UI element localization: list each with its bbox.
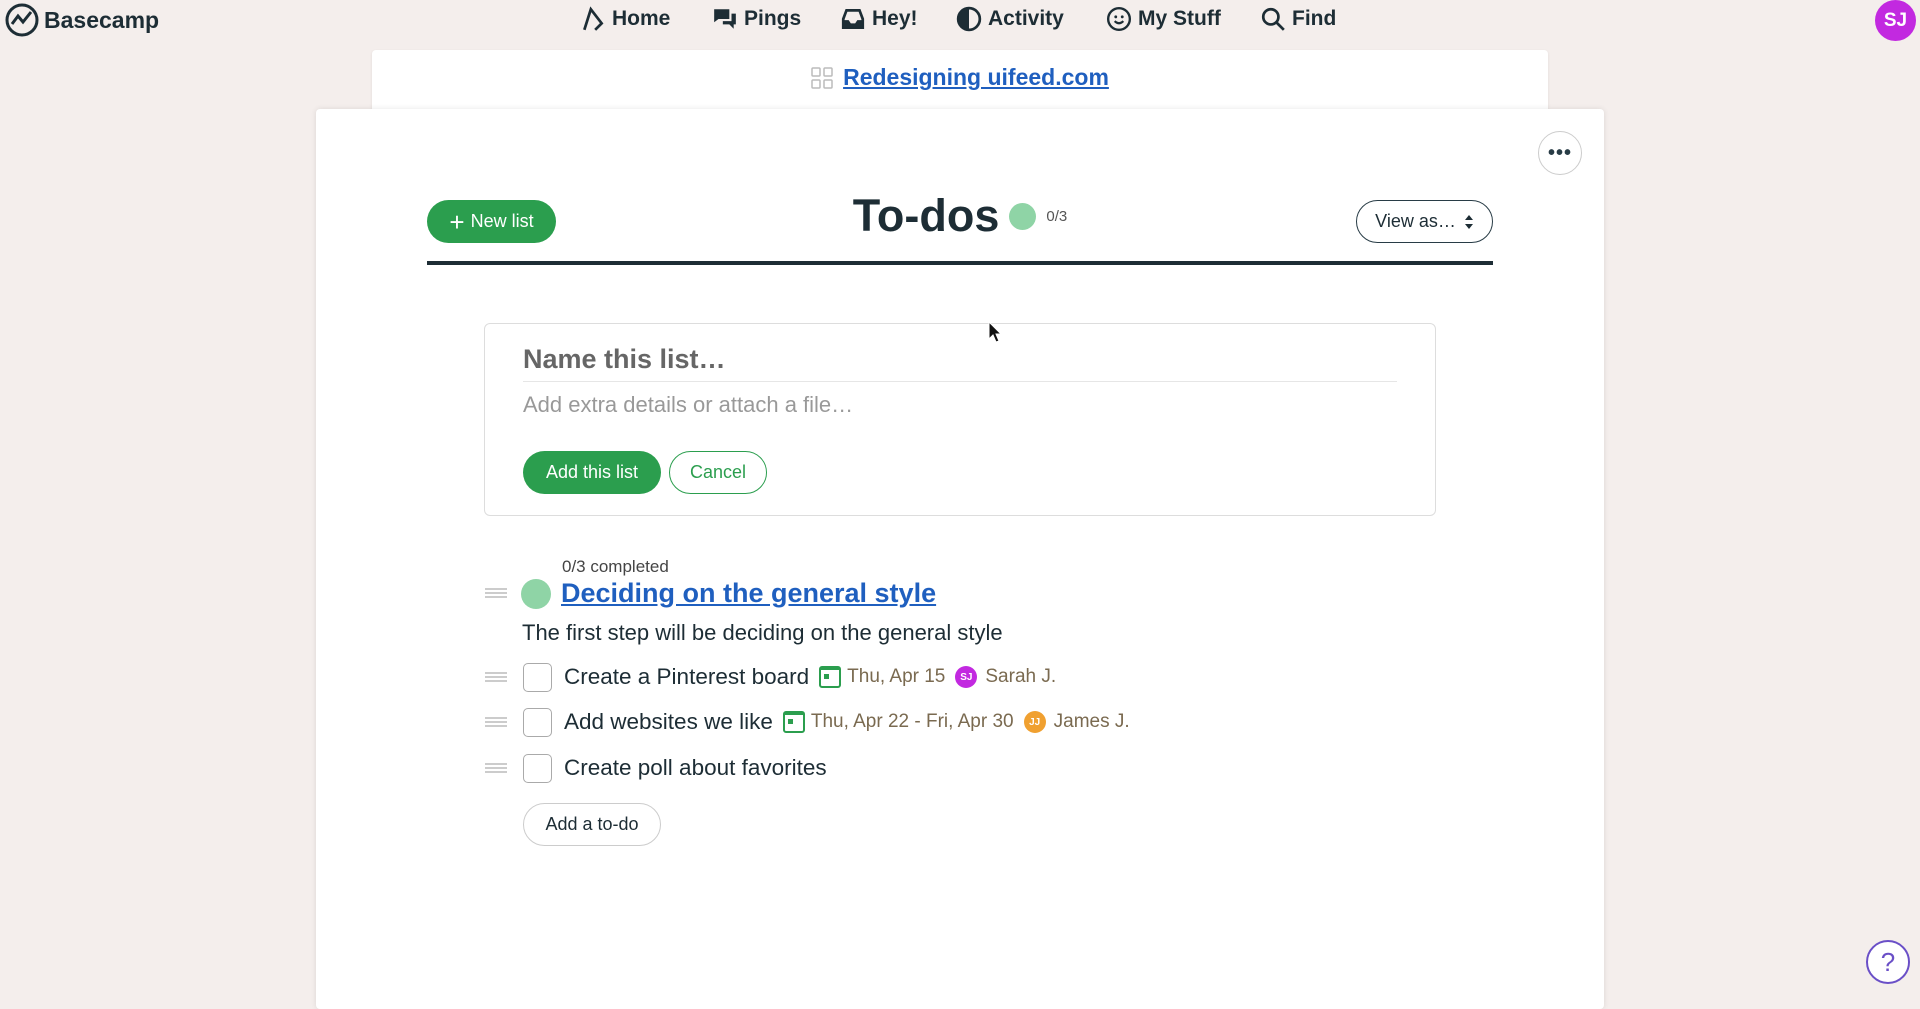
- project-breadcrumb: Redesigning uifeed.com: [372, 64, 1548, 91]
- drag-handle-icon[interactable]: [485, 763, 507, 773]
- view-as-label: View as…: [1375, 211, 1456, 231]
- todo-assignee: Sarah J.: [985, 666, 1057, 687]
- nav-find-label: Find: [1292, 7, 1337, 30]
- user-avatar[interactable]: SJ: [1875, 0, 1916, 41]
- home-icon: [583, 6, 604, 31]
- todo-text[interactable]: Create poll about favorites: [564, 755, 827, 781]
- nav-home[interactable]: Home: [580, 6, 670, 32]
- add-todo-button[interactable]: Add a to-do: [523, 803, 661, 846]
- smiley-icon: [1106, 6, 1132, 32]
- main-card: [316, 109, 1604, 1009]
- nav-activity[interactable]: Activity: [956, 6, 1064, 32]
- todo-text[interactable]: Add websites we like: [564, 709, 773, 735]
- todo-checkbox[interactable]: [523, 707, 552, 737]
- top-nav: Basecamp Home Pings Hey! Activity My Stu…: [0, 0, 1920, 46]
- calendar-icon: [782, 711, 805, 733]
- list-progress-icon: [521, 579, 551, 609]
- nav-activity-label: Activity: [988, 7, 1064, 30]
- nav-my-stuff[interactable]: My Stuff: [1106, 6, 1221, 32]
- list-title-link[interactable]: Deciding on the general style: [561, 578, 936, 609]
- todo-item: Create a Pinterest board Thu, Apr 15 SJ …: [485, 660, 1066, 694]
- help-button[interactable]: ?: [1866, 940, 1910, 984]
- assignee-avatar: SJ: [955, 666, 978, 688]
- add-this-list-button[interactable]: Add this list: [523, 451, 661, 494]
- cancel-button[interactable]: Cancel: [669, 451, 767, 494]
- todo-due-date: Thu, Apr 15: [847, 666, 946, 687]
- search-icon: [1261, 7, 1285, 31]
- list-name-input[interactable]: [523, 338, 1397, 382]
- mouse-cursor-icon: [988, 321, 1003, 343]
- list-description: The first step will be deciding on the g…: [522, 620, 1003, 645]
- nav-pings-label: Pings: [744, 7, 802, 30]
- progress-count: 0/3: [1046, 207, 1068, 225]
- inbox-icon: [841, 8, 865, 30]
- nav-pings[interactable]: Pings: [712, 6, 801, 32]
- more-options-button[interactable]: •••: [1538, 131, 1582, 175]
- activity-icon: [956, 6, 982, 32]
- drag-handle-icon[interactable]: [485, 672, 507, 682]
- nav-my-stuff-label: My Stuff: [1138, 7, 1221, 30]
- progress-pie-icon: [1009, 202, 1037, 230]
- todo-checkbox[interactable]: [523, 753, 552, 783]
- list-completed-count: 0/3 completed: [562, 557, 669, 576]
- drag-handle-icon[interactable]: [485, 588, 507, 598]
- nav-find[interactable]: Find: [1260, 6, 1336, 32]
- sort-arrows-icon: [1464, 214, 1473, 229]
- basecamp-logo-icon: [5, 3, 39, 37]
- todo-assignee: James J.: [1053, 711, 1130, 732]
- nav-hey[interactable]: Hey!: [840, 6, 918, 32]
- todo-text[interactable]: Create a Pinterest board: [564, 664, 809, 690]
- drag-handle-icon[interactable]: [485, 717, 507, 727]
- basecamp-logo[interactable]: Basecamp: [4, 2, 159, 38]
- todo-checkbox[interactable]: [523, 662, 552, 692]
- list-details-input[interactable]: Add extra details or attach a file…: [523, 392, 853, 418]
- todo-item: Add websites we like Thu, Apr 22 - Fri, …: [485, 705, 1140, 739]
- todo-due-date: Thu, Apr 22 - Fri, Apr 30: [810, 711, 1014, 732]
- assignee-avatar: JJ: [1023, 711, 1046, 733]
- page-title: To-dos: [852, 190, 1000, 241]
- pings-icon: [714, 9, 736, 29]
- nav-hey-label: Hey!: [872, 7, 918, 30]
- view-as-select[interactable]: View as…: [1356, 200, 1493, 243]
- title-divider: [427, 261, 1493, 265]
- nav-home-label: Home: [612, 7, 671, 30]
- project-link[interactable]: Redesigning uifeed.com: [843, 64, 1109, 91]
- grid-icon: [811, 66, 833, 89]
- calendar-icon: [819, 666, 842, 688]
- page-title-row: To-dos 0/3: [0, 190, 1920, 242]
- app-name: Basecamp: [44, 6, 160, 33]
- todo-item: Create poll about favorites: [485, 751, 837, 785]
